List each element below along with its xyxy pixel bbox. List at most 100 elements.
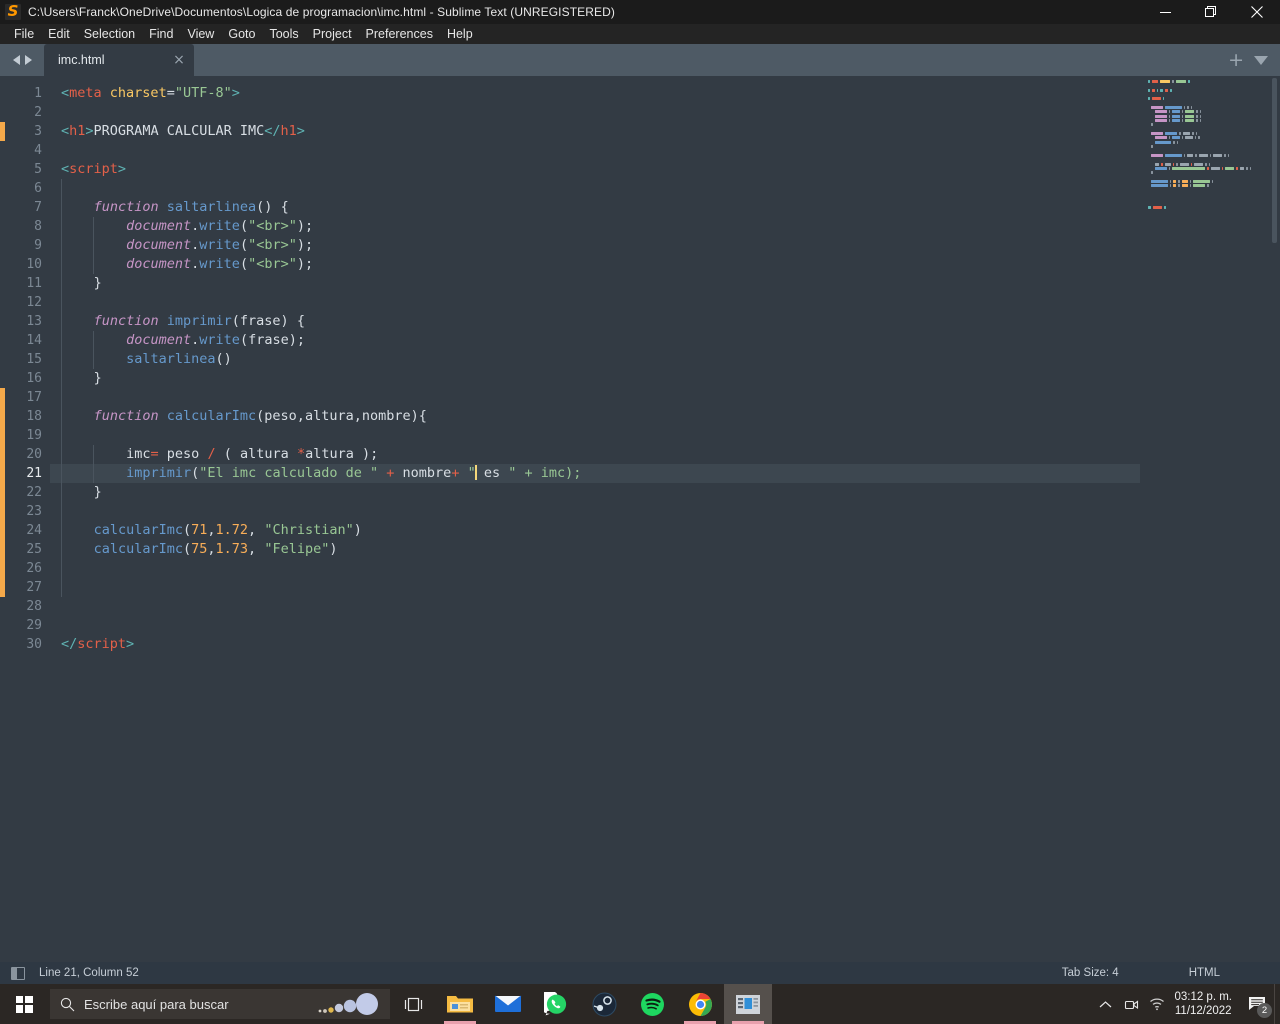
line-number: 9 xyxy=(34,238,42,253)
minimap-line xyxy=(1154,136,1252,140)
show-desktop-button[interactable] xyxy=(1274,984,1280,1024)
code-line[interactable] xyxy=(50,293,1140,312)
menu-item-find[interactable]: Find xyxy=(142,25,180,43)
chevron-down-icon[interactable] xyxy=(1254,55,1268,65)
code-line[interactable]: function imprimir(frase) { xyxy=(50,312,1140,331)
code-line[interactable]: } xyxy=(50,483,1140,502)
maximize-button[interactable] xyxy=(1188,0,1234,24)
new-tab-button[interactable]: + xyxy=(1228,50,1244,70)
line-number: 1 xyxy=(34,86,42,101)
code-line[interactable] xyxy=(50,179,1140,198)
wifi-icon[interactable] xyxy=(1144,984,1170,1024)
indent-guide xyxy=(93,464,95,483)
menu-item-edit[interactable]: Edit xyxy=(41,25,77,43)
code-line[interactable] xyxy=(50,502,1140,521)
taskbar-app-file-explorer[interactable] xyxy=(436,984,484,1024)
line-number: 18 xyxy=(26,409,42,424)
code-content[interactable]: <meta charset="UTF-8"> <h1>PROGRAMA CALCU… xyxy=(50,76,1140,962)
minimap-line xyxy=(1148,193,1251,196)
code-line[interactable] xyxy=(50,141,1140,160)
chevron-up-icon[interactable] xyxy=(1092,984,1118,1024)
menu-item-help[interactable]: Help xyxy=(440,25,480,43)
menu-item-goto[interactable]: Goto xyxy=(221,25,262,43)
close-button[interactable] xyxy=(1234,0,1280,24)
code-line[interactable]: } xyxy=(50,369,1140,388)
menu-item-project[interactable]: Project xyxy=(306,25,359,43)
minimap-line xyxy=(1151,145,1251,149)
taskbar-app-mail[interactable] xyxy=(484,984,532,1024)
minimap-line xyxy=(1148,97,1251,101)
code-line[interactable] xyxy=(50,616,1140,635)
clock-date: 11/12/2022 xyxy=(1174,1005,1232,1017)
code-line[interactable] xyxy=(50,597,1140,616)
taskbar-clock[interactable]: 03:12 p. m. 11/12/2022 xyxy=(1174,990,1232,1018)
tab-size-button[interactable]: Tab Size: 4 xyxy=(1062,967,1119,979)
code-line[interactable]: calcularImc(71,1.72, "Christian") xyxy=(50,521,1140,540)
indent-guide xyxy=(93,445,95,464)
code-line[interactable] xyxy=(50,426,1140,445)
indent-guide xyxy=(61,388,62,407)
code-line[interactable]: document.write("<br>"); xyxy=(50,236,1140,255)
taskbar-search[interactable]: Escribe aquí para buscar xyxy=(50,989,390,1019)
arrow-left-icon[interactable] xyxy=(12,55,20,65)
taskbar-app-whatsapp[interactable] xyxy=(532,984,580,1024)
minimap-scrollbar[interactable] xyxy=(1272,78,1277,243)
line-number: 29 xyxy=(26,618,42,633)
code-line[interactable]: </script> xyxy=(50,635,1140,654)
start-button[interactable] xyxy=(0,984,48,1024)
cortana-icon[interactable] xyxy=(316,989,384,1019)
camera-icon[interactable] xyxy=(1118,984,1144,1024)
window-title: C:\Users\Franck\OneDrive\Documentos\Logi… xyxy=(28,5,615,19)
code-editor[interactable]: 1 2 3 4 5 6 7 8 9 10 11 12 13 14 15 16 17 18 19 20 21 22 23 24 2… xyxy=(0,76,1280,962)
code-line[interactable] xyxy=(50,559,1140,578)
code-line[interactable]: } xyxy=(50,274,1140,293)
tab-imc-html[interactable]: imc.html × xyxy=(44,44,194,76)
code-line[interactable]: function saltarlinea() { xyxy=(50,198,1140,217)
notification-icon[interactable]: 2 xyxy=(1240,984,1274,1024)
indent-guide xyxy=(61,578,62,597)
code-line[interactable] xyxy=(50,388,1140,407)
minimap-canvas xyxy=(1148,80,1252,210)
code-line[interactable]: imprimir("El imc calculado de " + nombre… xyxy=(50,464,1140,483)
code-line[interactable]: saltarlinea() xyxy=(50,350,1140,369)
minimap-line xyxy=(1148,176,1251,179)
menu-item-preferences[interactable]: Preferences xyxy=(359,25,440,43)
indent-guide xyxy=(61,540,62,559)
code-line[interactable]: <script> xyxy=(50,160,1140,179)
close-icon[interactable]: × xyxy=(170,52,188,68)
sidebar-toggle-icon[interactable] xyxy=(11,966,25,980)
line-number: 5 xyxy=(34,162,42,177)
code-line[interactable]: document.write(frase); xyxy=(50,331,1140,350)
code-line[interactable]: document.write("<br>"); xyxy=(50,217,1140,236)
taskbar-app-chrome[interactable] xyxy=(676,984,724,1024)
minimap[interactable] xyxy=(1140,76,1280,962)
language-button[interactable]: HTML xyxy=(1189,967,1220,979)
indent-guide xyxy=(61,293,62,312)
code-line[interactable]: <meta charset="UTF-8"> xyxy=(50,84,1140,103)
code-line[interactable]: <h1>PROGRAMA CALCULAR IMC</h1> xyxy=(50,122,1140,141)
menu-bar: File Edit Selection Find View Goto Tools… xyxy=(0,24,1280,44)
menu-item-tools[interactable]: Tools xyxy=(262,25,305,43)
code-line[interactable]: document.write("<br>"); xyxy=(50,255,1140,274)
taskbar-app-steam[interactable] xyxy=(580,984,628,1024)
menu-item-view[interactable]: View xyxy=(180,25,221,43)
taskbar-app-spotify[interactable] xyxy=(628,984,676,1024)
line-number-gutter: 1 2 3 4 5 6 7 8 9 10 11 12 13 14 15 16 17 18 19 20 21 22 23 24 2… xyxy=(5,76,50,962)
menu-item-file[interactable]: File xyxy=(7,25,41,43)
minimap-line xyxy=(1154,162,1252,166)
minimap-line xyxy=(1148,189,1251,192)
code-line[interactable] xyxy=(50,103,1140,122)
minimize-button[interactable] xyxy=(1142,0,1188,24)
code-line[interactable]: calcularImc(75,1.73, "Felipe") xyxy=(50,540,1140,559)
arrow-right-icon[interactable] xyxy=(24,55,32,65)
code-line[interactable]: function calcularImc(peso,altura,nombre)… xyxy=(50,407,1140,426)
minimap-line xyxy=(1148,158,1251,161)
line-number: 11 xyxy=(26,276,42,291)
taskbar-app-sublime-text[interactable] xyxy=(724,984,772,1024)
line-number: 7 xyxy=(34,200,42,215)
task-view-button[interactable] xyxy=(390,984,436,1024)
line-number: 26 xyxy=(26,561,42,576)
code-line[interactable]: imc= peso / ( altura *altura ); xyxy=(50,445,1140,464)
menu-item-selection[interactable]: Selection xyxy=(77,25,142,43)
code-line[interactable] xyxy=(50,578,1140,597)
